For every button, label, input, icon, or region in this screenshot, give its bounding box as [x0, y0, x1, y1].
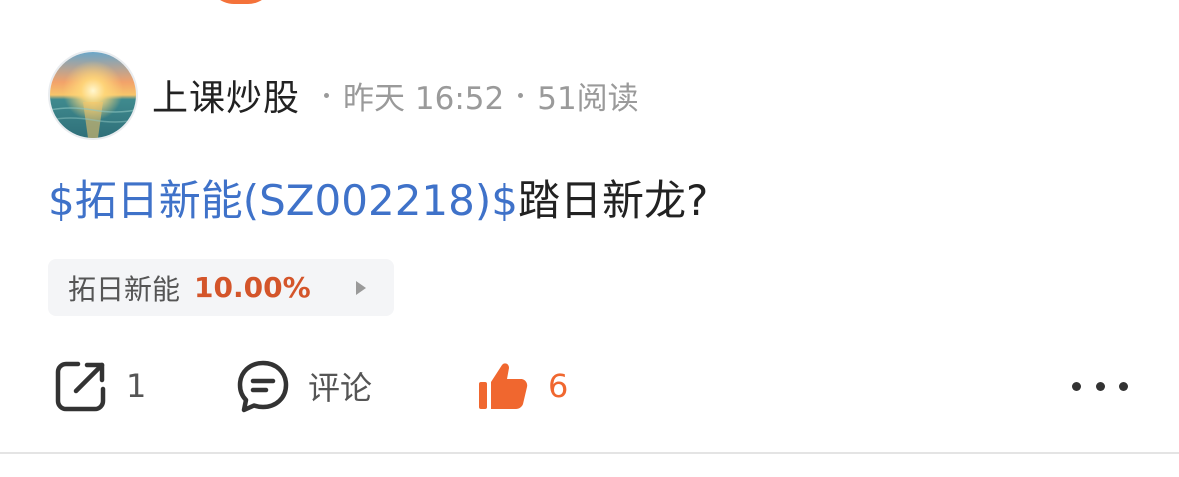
comment-icon: [237, 360, 289, 413]
avatar[interactable]: [50, 52, 136, 138]
play-arrow-icon: [356, 281, 366, 295]
post-meta: 昨天 16:52 51阅读: [310, 73, 639, 118]
stock-change: 10.00%: [194, 271, 311, 304]
thumbs-up-icon: [479, 363, 528, 409]
previous-card-avatar-edge: [208, 0, 274, 4]
post-card: 上课炒股 昨天 16:52 51阅读 $拓日新能(SZ002218)$踏日新龙?…: [0, 0, 1179, 477]
stock-quote-chip[interactable]: 拓日新能 10.00%: [48, 259, 394, 316]
post-time: 昨天 16:52: [343, 80, 505, 117]
separator-dot: [324, 92, 330, 98]
post-text: 踏日新龙?: [517, 176, 709, 225]
comment-label: 评论: [308, 369, 373, 407]
stock-name: 拓日新能: [68, 272, 181, 306]
more-icon: [1072, 381, 1081, 391]
share-icon: [55, 361, 106, 412]
share-button[interactable]: 1: [54, 350, 146, 422]
more-button[interactable]: [1072, 350, 1128, 422]
more-icon: [1119, 381, 1128, 391]
action-bar: 1 评论 6: [0, 350, 1179, 422]
post-header: 上课炒股 昨天 16:52 51阅读: [50, 52, 639, 138]
comment-button[interactable]: 评论: [236, 350, 372, 422]
post-content: $拓日新能(SZ002218)$踏日新龙?: [48, 170, 708, 232]
like-count: 6: [548, 367, 569, 405]
sunset-avatar-image: [50, 52, 136, 138]
share-count: 1: [126, 367, 147, 405]
author-name[interactable]: 上课炒股: [152, 69, 300, 121]
stock-link[interactable]: $拓日新能(SZ002218)$: [48, 176, 518, 225]
more-icon: [1095, 381, 1105, 391]
separator-dot: [518, 92, 524, 98]
like-button[interactable]: 6: [476, 350, 568, 422]
read-count: 51阅读: [537, 80, 639, 117]
divider: [0, 452, 1179, 454]
